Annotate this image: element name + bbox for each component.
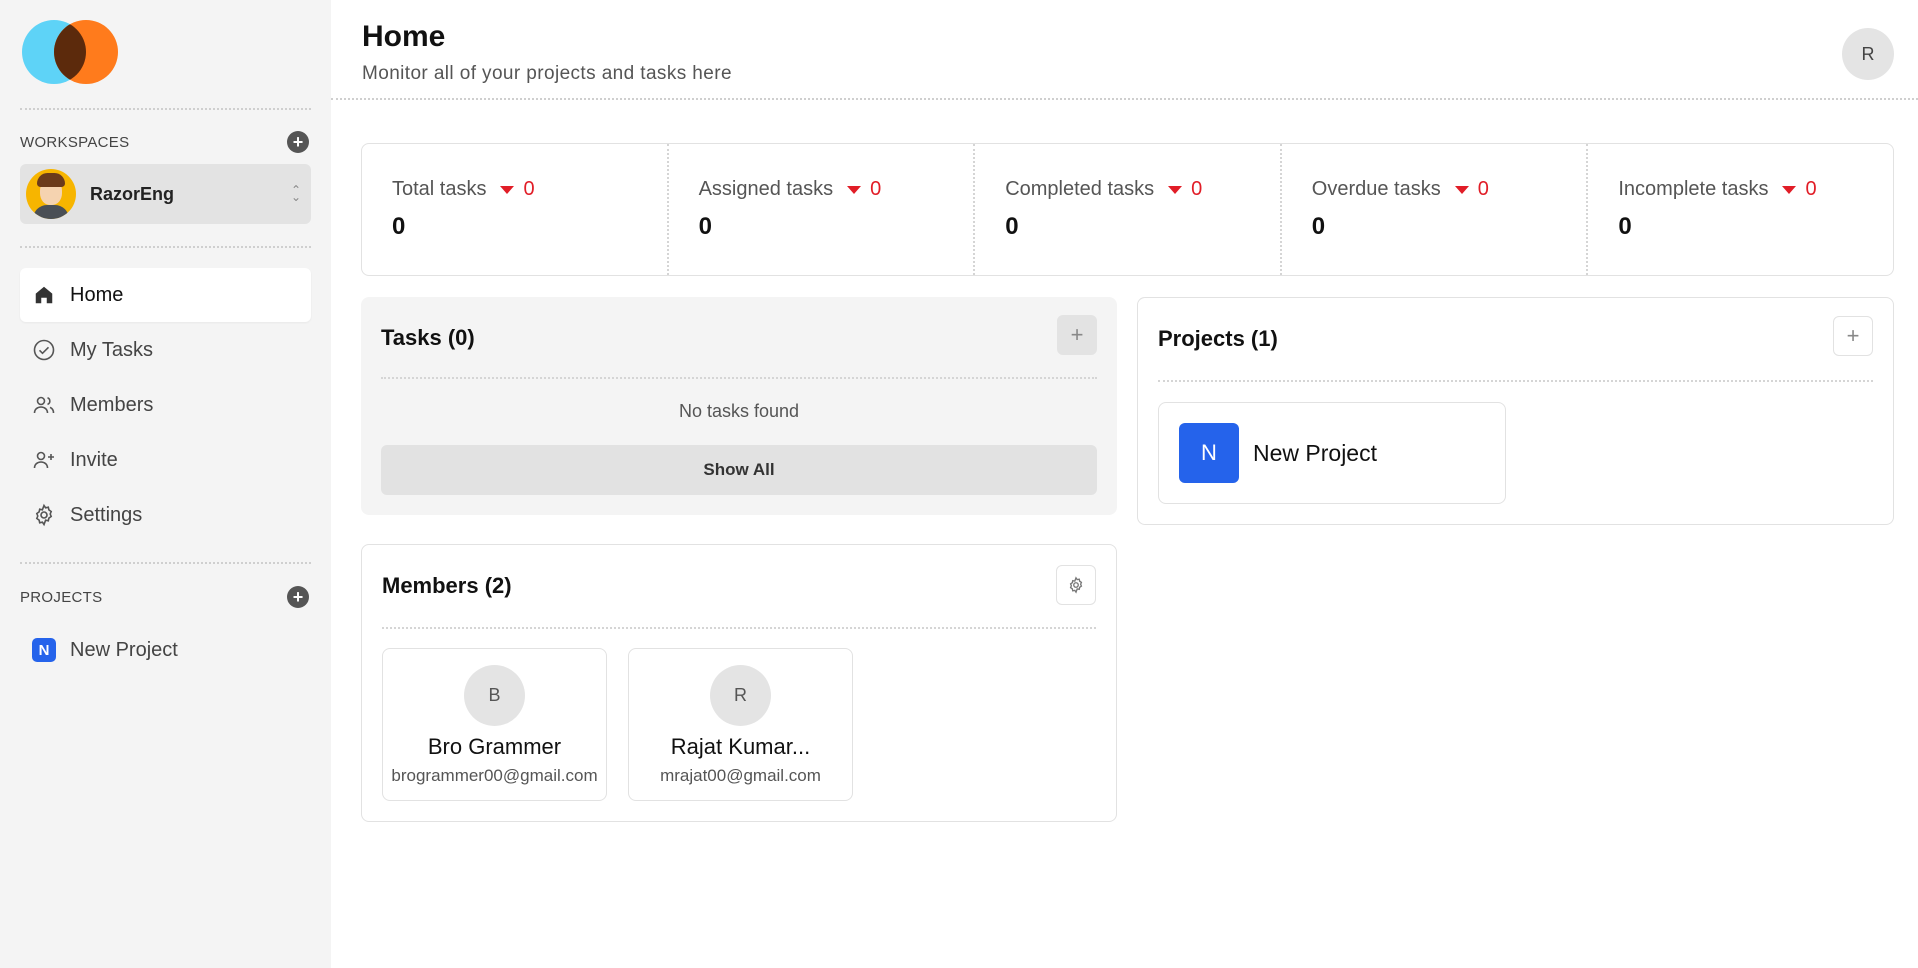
stat-incomplete-tasks: Incomplete tasks 0 0 xyxy=(1588,144,1893,275)
page-subtitle: Monitor all of your projects and tasks h… xyxy=(362,63,732,84)
stat-value: 0 xyxy=(1005,213,1019,240)
workspace-switcher[interactable]: RazorEng ⌃ ⌄ xyxy=(20,164,311,224)
member-name: Rajat Kumar... xyxy=(670,734,811,759)
plus-icon: + xyxy=(1846,323,1860,348)
plus-icon: + xyxy=(1070,322,1084,347)
stat-total-tasks: Total tasks 0 0 xyxy=(362,144,669,275)
members-card: Members (2) B Bro Grammer brogrammer00@g… xyxy=(361,544,1117,822)
sidebar-project-name: New Project xyxy=(70,638,178,661)
stat-label: Incomplete tasks xyxy=(1618,178,1769,200)
tasks-title: Tasks (0) xyxy=(381,325,475,350)
member-email: brogrammer00@gmail.com xyxy=(391,766,598,785)
nav-label: Members xyxy=(70,393,154,416)
tasks-empty-message: No tasks found xyxy=(678,401,800,421)
home-icon xyxy=(32,283,56,307)
project-initial-badge: N xyxy=(32,638,56,662)
stats-bar: Total tasks 0 0 Assigned tasks 0 0 Compl… xyxy=(361,143,1894,276)
page-title: Home xyxy=(362,20,446,53)
stat-delta: 0 xyxy=(500,178,535,201)
members-title: Members (2) xyxy=(382,573,512,598)
app-logo[interactable] xyxy=(22,20,118,84)
member-avatar: B xyxy=(464,665,525,726)
user-plus-icon xyxy=(32,448,56,472)
divider xyxy=(381,377,1097,379)
member-name: Bro Grammer xyxy=(427,734,562,759)
project-initial-badge: N xyxy=(1179,423,1239,483)
page-header: Home Monitor all of your projects and ta… xyxy=(331,0,1918,100)
tasks-card: Tasks (0) + No tasks found Show All xyxy=(361,297,1117,515)
divider xyxy=(20,246,311,248)
workspace-avatar xyxy=(26,169,76,219)
stat-delta: 0 xyxy=(1454,178,1489,201)
caret-down-icon xyxy=(1454,185,1469,194)
stat-delta: 0 xyxy=(1782,178,1817,201)
projects-card: Projects (1) + N New Project xyxy=(1137,297,1894,525)
stat-delta-value: 0 xyxy=(1191,178,1203,200)
nav-label: Invite xyxy=(70,448,118,471)
projects-title: Projects (1) xyxy=(1158,326,1278,351)
nav-label: Settings xyxy=(70,503,143,526)
stat-label: Overdue tasks xyxy=(1311,178,1441,200)
nav-label: Home xyxy=(70,283,124,306)
divider xyxy=(382,627,1096,629)
sidebar-project-item[interactable]: N New Project xyxy=(20,628,311,672)
stat-label: Total tasks xyxy=(392,178,487,200)
nav-item-settings[interactable]: Settings xyxy=(20,488,311,542)
stat-label: Completed tasks xyxy=(1005,178,1155,200)
member-tile[interactable]: R Rajat Kumar... mrajat00@gmail.com xyxy=(628,648,853,801)
member-email: mrajat00@gmail.com xyxy=(660,766,821,785)
sidebar: WORKSPACES + RazorEng ⌃ ⌄ Home My Tasks M… xyxy=(0,0,331,968)
stat-completed-tasks: Completed tasks 0 0 xyxy=(975,144,1282,275)
members-settings-button[interactable] xyxy=(1056,565,1096,605)
caret-down-icon xyxy=(1168,185,1183,194)
stat-assigned-tasks: Assigned tasks 0 0 xyxy=(669,144,976,275)
divider xyxy=(20,562,311,564)
stat-overdue-tasks: Overdue tasks 0 0 xyxy=(1282,144,1589,275)
stat-delta: 0 xyxy=(847,178,881,201)
chevron-updown-icon: ⌃ ⌄ xyxy=(290,183,302,204)
nav-label: My Tasks xyxy=(70,338,153,361)
stat-value: 0 xyxy=(698,213,712,240)
add-project-button[interactable]: + xyxy=(287,586,309,608)
member-tile[interactable]: B Bro Grammer brogrammer00@gmail.com xyxy=(382,648,607,801)
show-all-button[interactable]: Show All xyxy=(381,445,1097,495)
user-avatar[interactable]: R xyxy=(1842,28,1894,80)
nav-item-invite[interactable]: Invite xyxy=(20,433,311,487)
workspace-name: RazorEng xyxy=(90,183,175,204)
stat-value: 0 xyxy=(1311,213,1326,240)
stat-delta-value: 0 xyxy=(1477,178,1489,200)
divider xyxy=(1158,380,1873,382)
stat-value: 0 xyxy=(392,213,406,240)
nav-item-members[interactable]: Members xyxy=(20,378,311,432)
stat-delta-value: 0 xyxy=(1805,178,1817,200)
stat-delta-value: 0 xyxy=(870,178,882,200)
check-circle-icon xyxy=(32,338,56,362)
caret-down-icon xyxy=(1782,185,1797,194)
caret-down-icon xyxy=(847,185,862,194)
project-name: New Project xyxy=(1253,439,1377,466)
workspaces-label: WORKSPACES xyxy=(20,134,130,151)
add-project-card-button[interactable]: + xyxy=(1833,316,1873,356)
users-icon xyxy=(32,393,56,417)
caret-down-icon xyxy=(500,185,515,194)
nav-item-my-tasks[interactable]: My Tasks xyxy=(20,323,311,377)
stat-delta: 0 xyxy=(1168,178,1202,201)
add-workspace-button[interactable]: + xyxy=(287,131,309,153)
divider xyxy=(20,108,311,110)
add-task-button[interactable]: + xyxy=(1057,315,1097,355)
stat-label: Assigned tasks xyxy=(698,178,834,200)
projects-label: PROJECTS xyxy=(20,589,103,606)
stat-delta-value: 0 xyxy=(523,178,535,200)
stat-value: 0 xyxy=(1618,213,1632,240)
main-nav: Home My Tasks Members Invite Settings xyxy=(20,268,311,543)
gear-icon xyxy=(1069,576,1083,594)
member-avatar: R xyxy=(710,665,771,726)
nav-item-home[interactable]: Home xyxy=(20,268,311,322)
gear-icon xyxy=(32,503,56,527)
project-tile[interactable]: N New Project xyxy=(1158,402,1506,504)
